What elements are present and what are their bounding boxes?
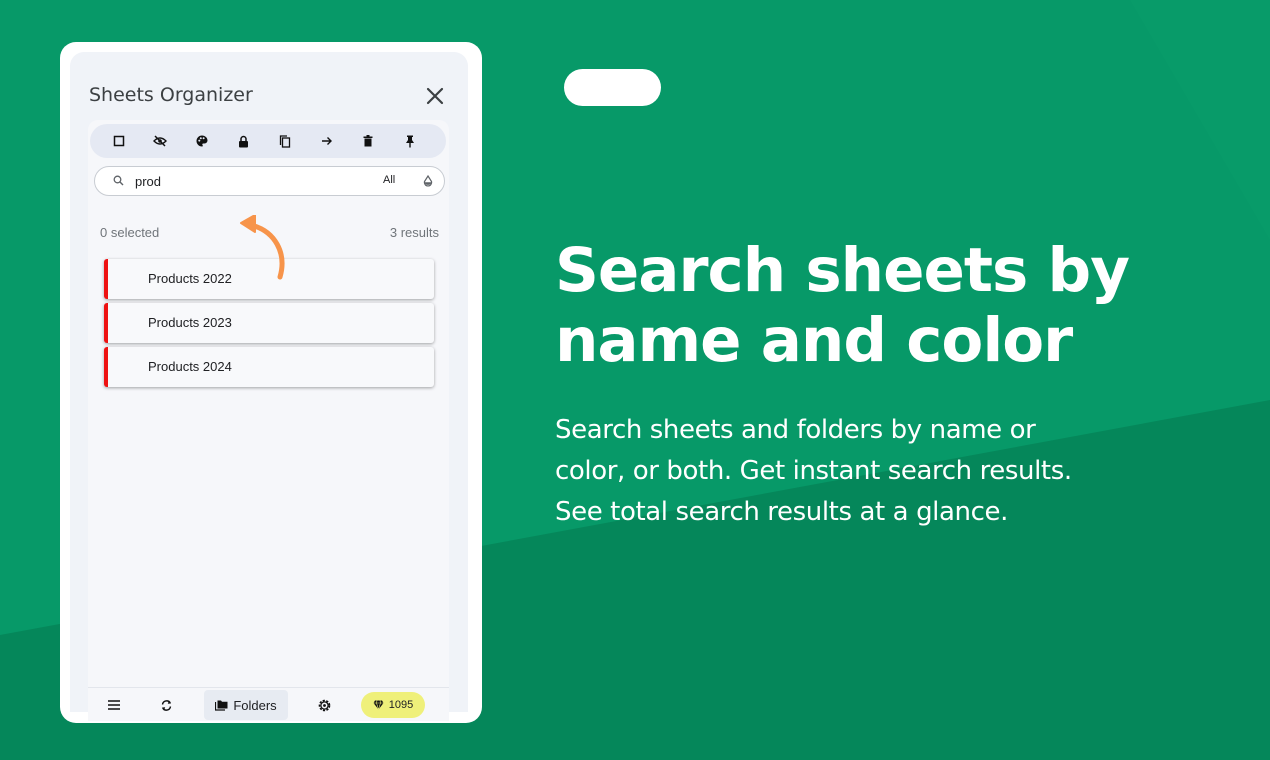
hide-button[interactable] xyxy=(140,124,182,158)
description-line-3: See total search results at a glance. xyxy=(555,497,1008,527)
menu-button[interactable] xyxy=(102,688,126,722)
delete-button[interactable] xyxy=(348,124,390,158)
panel-content: All 0 selected 3 results Products 2022 P… xyxy=(88,120,449,720)
curved-arrow-annotation xyxy=(240,215,285,280)
refresh-icon xyxy=(161,699,171,711)
close-button[interactable] xyxy=(423,84,447,108)
type-filter-select[interactable]: All xyxy=(383,174,395,186)
eye-off-icon xyxy=(153,135,168,147)
menu-icon xyxy=(108,700,120,710)
header-pill xyxy=(564,69,661,106)
trash-icon xyxy=(363,135,373,147)
settings-button[interactable] xyxy=(312,688,336,722)
duplicate-button[interactable] xyxy=(264,124,306,158)
move-button[interactable] xyxy=(306,124,348,158)
gems-badge[interactable]: 1095 xyxy=(361,692,425,718)
sheets-organizer-screenshot: Sheets Organizer prod All 0 selected 3 r… xyxy=(60,42,482,723)
search-icon xyxy=(113,175,124,186)
promo-description: Search sheets and folders by name or col… xyxy=(555,410,1195,533)
square-outline-icon xyxy=(113,135,125,147)
description-line-2: color, or both. Get instant search resul… xyxy=(555,456,1072,486)
copy-icon xyxy=(280,134,291,148)
sheet-name: Products 2024 xyxy=(148,359,232,374)
arrow-right-icon xyxy=(321,137,332,145)
bottom-nav: Folders 1095 xyxy=(88,687,449,721)
headline-line-2: name and color xyxy=(555,305,1073,376)
palette-icon xyxy=(196,135,208,147)
lock-icon xyxy=(239,135,249,147)
folders-button[interactable]: Folders xyxy=(204,690,288,720)
color-button[interactable] xyxy=(181,124,223,158)
promo-headline: Search sheets by name and color xyxy=(555,236,1195,376)
search-bar: All xyxy=(94,166,445,196)
gem-icon xyxy=(373,700,384,710)
list-item[interactable]: Products 2024 xyxy=(104,347,434,387)
close-icon xyxy=(426,87,444,105)
action-toolbar xyxy=(90,124,446,158)
refresh-button[interactable] xyxy=(154,688,178,722)
results-count: 3 results xyxy=(389,225,439,240)
panel-title: Sheets Organizer xyxy=(89,84,253,106)
selected-count: 0 selected xyxy=(100,225,160,240)
color-drop-icon[interactable] xyxy=(423,175,433,187)
sheet-name: Products 2022 xyxy=(148,271,232,286)
list-item[interactable]: Products 2023 xyxy=(104,303,434,343)
gems-count: 1095 xyxy=(388,699,414,711)
search-input[interactable] xyxy=(135,172,335,190)
sidebar-panel: Sheets Organizer prod All 0 selected 3 r… xyxy=(70,52,468,721)
pin-button[interactable] xyxy=(389,124,431,158)
select-all-button[interactable] xyxy=(98,124,140,158)
sheet-name: Products 2023 xyxy=(148,315,232,330)
pin-icon xyxy=(405,135,414,147)
lock-button[interactable] xyxy=(223,124,265,158)
folders-icon xyxy=(215,700,228,711)
folders-label: Folders xyxy=(233,697,277,713)
headline-line-1: Search sheets by xyxy=(555,235,1130,306)
description-line-1: Search sheets and folders by name or xyxy=(555,415,1036,445)
settings-icon xyxy=(318,699,330,711)
